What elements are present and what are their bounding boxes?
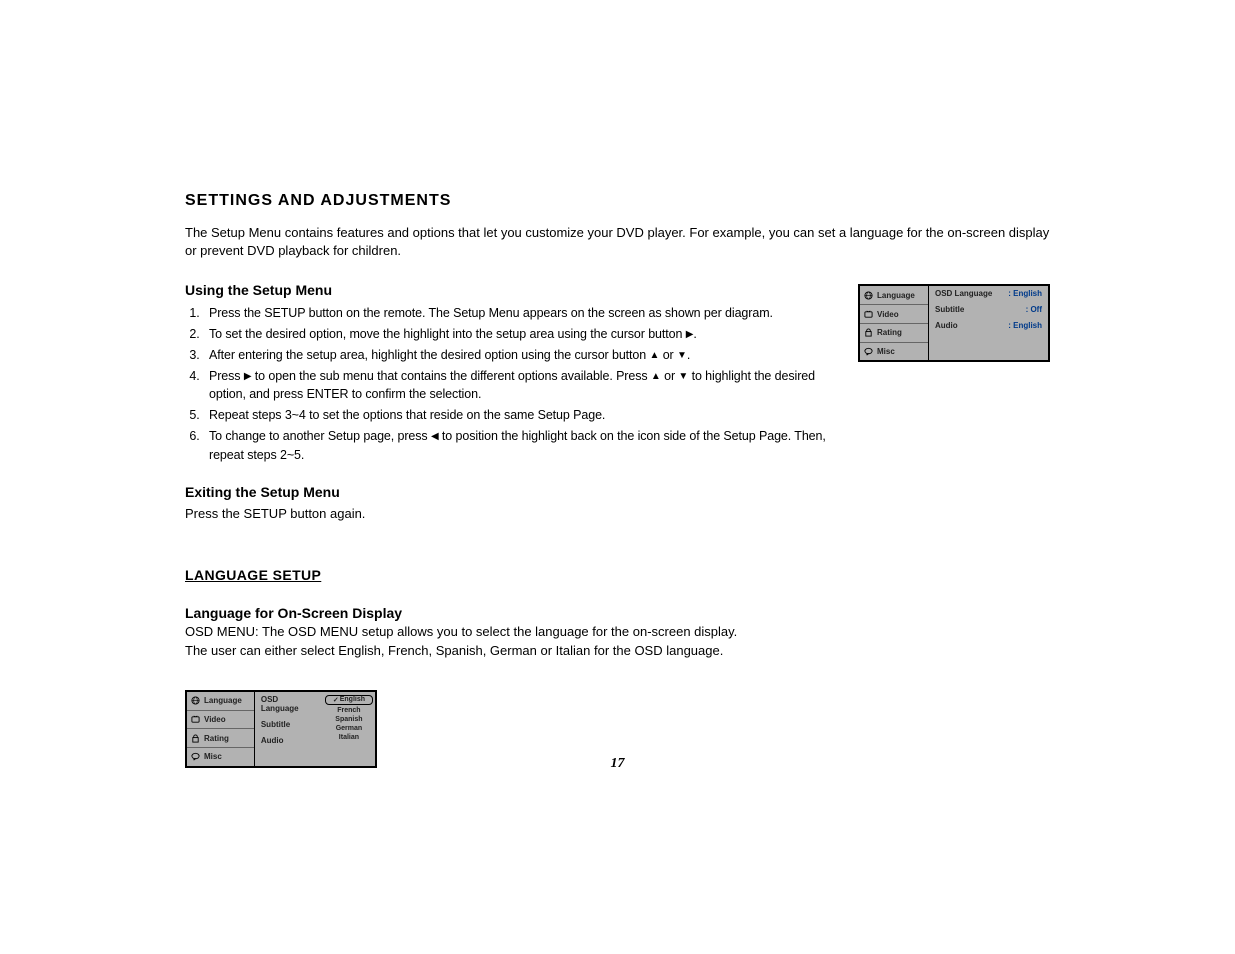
row-label: OSD Language	[935, 289, 992, 298]
side-label: Misc	[877, 347, 895, 356]
step-5: Repeat steps 3~4 to set the options that…	[203, 406, 850, 425]
row-label: Audio	[261, 736, 284, 745]
step-2: To set the desired option, move the high…	[203, 325, 850, 344]
side-label: Language	[877, 291, 915, 300]
exiting-heading: Exiting the Setup Menu	[185, 484, 1050, 500]
exiting-text: Press the SETUP button again.	[185, 506, 1050, 521]
opt-label: English	[340, 696, 365, 703]
tv-icon	[864, 310, 873, 319]
left-arrow-icon: ◀	[431, 431, 439, 442]
menu1-side-rating: Rating	[860, 324, 928, 343]
step-text: Press	[209, 369, 244, 383]
step-1: Press the SETUP button on the remote. Th…	[203, 304, 850, 323]
speech-icon	[864, 347, 873, 356]
menu1-side-video: Video	[860, 305, 928, 324]
globe-icon	[191, 696, 200, 705]
side-label: Rating	[204, 734, 229, 743]
step-text: .	[687, 348, 690, 362]
menu2-opt-german: German	[325, 725, 373, 732]
step-text: to open the sub menu that contains the d…	[251, 369, 650, 383]
page-title: SETTINGS AND ADJUSTMENTS	[185, 192, 1050, 210]
osd-text-2: The user can either select English, Fren…	[185, 642, 1050, 660]
menu2-side-rating: Rating	[187, 729, 254, 748]
down-arrow-icon: ▼	[677, 350, 687, 361]
up-arrow-icon: ▲	[651, 371, 661, 382]
menu2-mid-subtitle: Subtitle	[258, 720, 320, 729]
step-6: To change to another Setup page, press ◀…	[203, 427, 850, 465]
setup-steps-list: Press the SETUP button on the remote. Th…	[185, 304, 850, 464]
side-label: Language	[204, 696, 242, 705]
row-label: Subtitle	[261, 720, 290, 729]
row-value: : Off	[1026, 305, 1042, 314]
tv-icon	[191, 715, 200, 724]
menu1-row-osd: OSD Language : English	[932, 289, 1045, 298]
menu2-side-video: Video	[187, 711, 254, 730]
step-text: To set the desired option, move the high…	[209, 327, 686, 341]
menu1-row-subtitle: Subtitle : Off	[932, 305, 1045, 314]
step-4: Press ▶ to open the sub menu that contai…	[203, 367, 850, 405]
globe-icon	[864, 291, 873, 300]
up-arrow-icon: ▲	[650, 350, 660, 361]
menu2-opt-english-selected: ✓ English	[325, 695, 373, 705]
row-label: OSD Language	[261, 695, 317, 713]
menu1-side-misc: Misc	[860, 343, 928, 361]
step-text: .	[693, 327, 696, 341]
step-text: After entering the setup area, highlight…	[209, 348, 650, 362]
lock-icon	[191, 734, 200, 743]
side-label: Video	[877, 310, 899, 319]
side-label: Rating	[877, 328, 902, 337]
down-arrow-icon: ▼	[678, 371, 688, 382]
row-label: Audio	[935, 321, 958, 330]
menu2-opt-italian: Italian	[325, 734, 373, 741]
setup-menu-diagram-1: Language Video Rating	[858, 284, 1050, 362]
row-value: : English	[1008, 289, 1042, 298]
menu2-mid-audio: Audio	[258, 736, 320, 745]
menu2-opt-spanish: Spanish	[325, 716, 373, 723]
step-3: After entering the setup area, highlight…	[203, 346, 850, 365]
row-value: : English	[1008, 321, 1042, 330]
menu1-row-audio: Audio : English	[932, 321, 1045, 330]
step-text: or	[659, 348, 677, 362]
menu1-side-language: Language	[860, 286, 928, 305]
side-label: Video	[204, 715, 226, 724]
language-setup-heading: LANGUAGE SETUP	[185, 567, 1050, 583]
check-icon: ✓	[333, 696, 339, 704]
menu2-opt-french: French	[325, 707, 373, 714]
page-number: 17	[0, 756, 1235, 772]
using-setup-heading: Using the Setup Menu	[185, 282, 850, 298]
menu2-side-language: Language	[187, 692, 254, 711]
osd-text-1: OSD MENU: The OSD MENU setup allows you …	[185, 623, 1050, 641]
row-label: Subtitle	[935, 305, 964, 314]
menu2-mid-osd: OSD Language	[258, 695, 320, 713]
lock-icon	[864, 328, 873, 337]
step-text: or	[661, 369, 679, 383]
intro-text: The Setup Menu contains features and opt…	[185, 224, 1050, 260]
step-text: To change to another Setup page, press	[209, 429, 431, 443]
osd-heading: Language for On-Screen Display	[185, 605, 1050, 621]
